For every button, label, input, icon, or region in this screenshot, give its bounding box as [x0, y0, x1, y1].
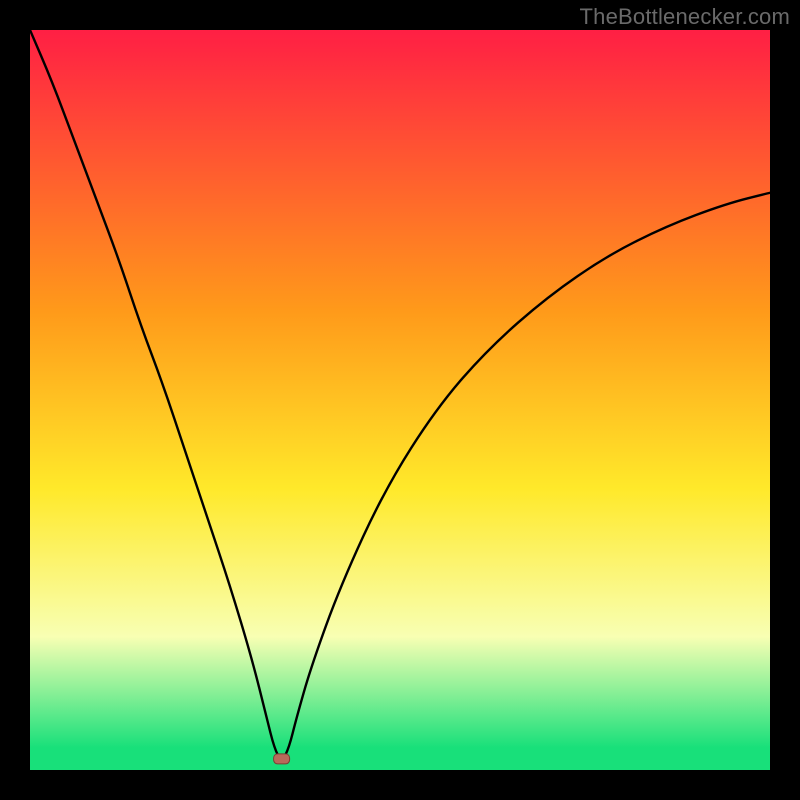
chart-stage: TheBottlenecker.com: [0, 0, 800, 800]
plot-area: [30, 30, 770, 770]
chart-svg: [30, 30, 770, 770]
watermark-text: TheBottlenecker.com: [580, 4, 790, 30]
notch-marker: [274, 754, 290, 764]
gradient-background: [30, 30, 770, 770]
